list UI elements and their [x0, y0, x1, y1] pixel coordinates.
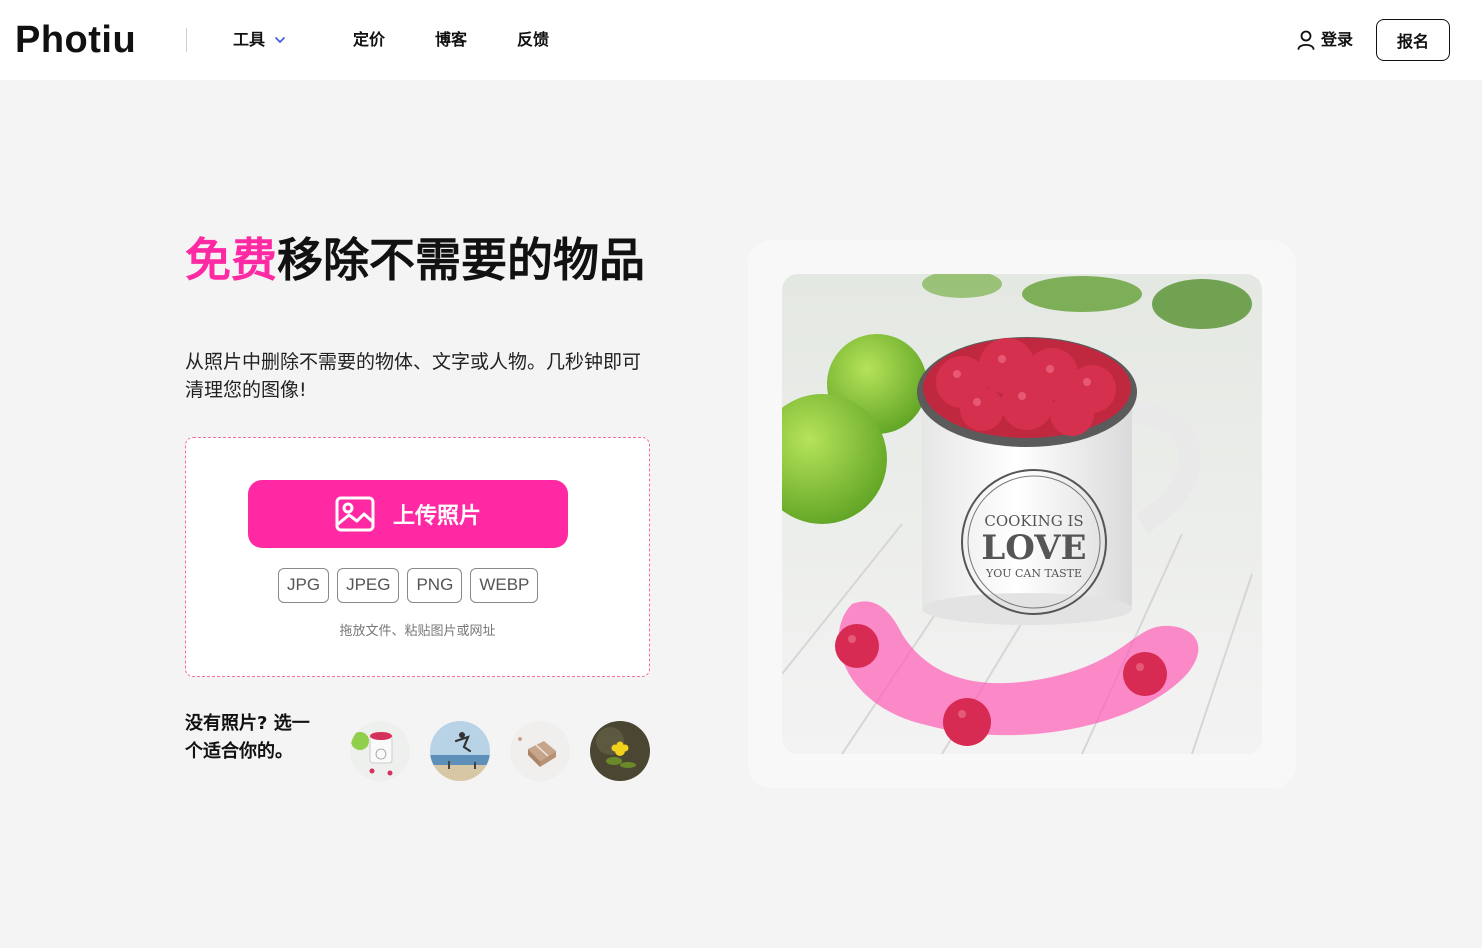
- format-badge: PNG: [407, 568, 463, 603]
- format-badge: JPEG: [337, 568, 400, 603]
- hero-title: 免费移除不需要的物品: [185, 236, 645, 284]
- sample-image-beach[interactable]: [430, 721, 490, 781]
- format-badge: JPG: [278, 568, 330, 603]
- sample-image-flower[interactable]: [590, 721, 650, 781]
- sample-image-mug[interactable]: [350, 721, 410, 781]
- hero-subtitle: 从照片中删除不需要的物体、文字或人物。几秒钟即可清理您的图像!: [185, 351, 642, 401]
- header-divider: [186, 28, 187, 52]
- sample-prompt: 没有照片? 选一个适合你的。: [185, 713, 310, 762]
- login-link[interactable]: 登录: [1296, 28, 1353, 52]
- nav-tools-dropdown[interactable]: 工具: [233, 28, 287, 52]
- preview-image: COOKING IS LOVE YOU CAN TASTE: [782, 274, 1262, 754]
- top-navbar: Photiu 工具 定价 博客 反馈 登录 报名: [0, 0, 1482, 80]
- sample-image-gift[interactable]: [510, 721, 570, 781]
- user-icon: [1297, 30, 1315, 50]
- nav-feedback[interactable]: 反馈: [517, 28, 549, 52]
- nav-pricing[interactable]: 定价: [353, 28, 385, 52]
- upload-photo-button[interactable]: 上传照片: [248, 480, 568, 548]
- nav-tools-label: 工具: [233, 30, 266, 49]
- logo[interactable]: Photiu: [15, 18, 136, 62]
- signup-button[interactable]: 报名: [1376, 19, 1450, 61]
- image-icon: [335, 496, 375, 532]
- sample-images: [350, 721, 650, 781]
- hero-title-accent: 免费: [185, 233, 277, 287]
- mug-text-line2: LOVE: [981, 528, 1086, 568]
- format-list: JPG JPEG PNG WEBP: [278, 568, 539, 603]
- drop-hint: 拖放文件、粘贴图片或网址: [339, 624, 496, 639]
- login-label: 登录: [1321, 30, 1354, 49]
- format-badge: WEBP: [470, 568, 539, 603]
- upload-photo-label: 上传照片: [392, 504, 481, 529]
- chevron-down-icon: [275, 37, 285, 43]
- hero-title-rest: 移除不需要的物品: [277, 233, 645, 287]
- mug-text-line3: YOU CAN TASTE: [985, 567, 1082, 580]
- nav-blog[interactable]: 博客: [435, 28, 467, 52]
- upload-dropzone[interactable]: 上传照片 JPG JPEG PNG WEBP 拖放文件、粘贴图片或网址: [185, 437, 650, 677]
